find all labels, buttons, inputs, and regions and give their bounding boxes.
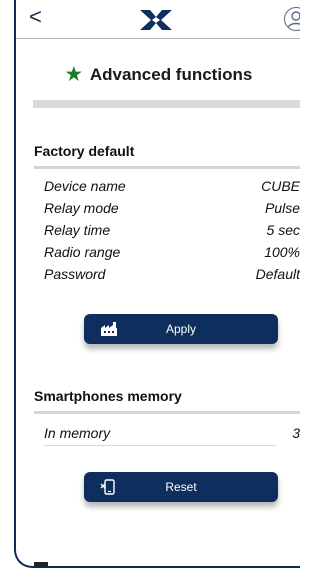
setting-label: Relay time	[44, 222, 111, 238]
setting-row-radio-range: Radio range 100%	[44, 244, 300, 262]
memory-count-row: In memory 3	[44, 425, 300, 443]
factory-default-divider	[34, 166, 300, 169]
setting-row-password: Password Default	[44, 266, 300, 284]
apply-button[interactable]: Apply	[84, 314, 278, 344]
setting-value: Default	[255, 266, 300, 282]
next-section-peek	[34, 560, 114, 566]
reset-button-label: Reset	[165, 480, 197, 494]
setting-row-relay-mode: Relay mode Pulse	[44, 200, 300, 218]
setting-value: CUBE	[261, 178, 300, 194]
back-button[interactable]: <	[29, 6, 42, 28]
setting-label: Device name	[44, 178, 126, 194]
memory-count-label: In memory	[44, 425, 111, 441]
factory-default-heading: Factory default	[34, 143, 135, 159]
setting-value: 5 sec	[266, 222, 300, 238]
setting-value: 100%	[264, 244, 300, 260]
setting-label: Password	[44, 266, 106, 282]
user-avatar-icon	[287, 11, 300, 29]
setting-label: Radio range	[44, 244, 121, 260]
star-icon: ★	[65, 64, 82, 84]
top-bar: <	[16, 0, 300, 39]
setting-label: Relay mode	[44, 200, 119, 216]
page-title: ★ Advanced functions	[16, 64, 300, 85]
apply-button-label: Apply	[165, 322, 197, 336]
page-title-text: Advanced functions	[89, 65, 253, 84]
cross-logo-icon	[140, 10, 172, 30]
title-divider	[33, 100, 300, 108]
smartphones-memory-heading: Smartphones memory	[34, 388, 182, 404]
app-screen: < ★ Advanced functions Factory default De…	[14, 0, 300, 568]
reset-button[interactable]: Reset	[84, 472, 278, 502]
profile-button[interactable]	[284, 7, 300, 31]
memory-row-divider	[44, 445, 276, 446]
setting-row-relay-time: Relay time 5 sec	[44, 222, 300, 240]
setting-value: Pulse	[264, 200, 300, 216]
setting-row-device-name: Device name CUBE	[44, 178, 300, 196]
memory-count-value: 3	[292, 425, 300, 441]
smartphones-memory-divider	[34, 411, 300, 414]
